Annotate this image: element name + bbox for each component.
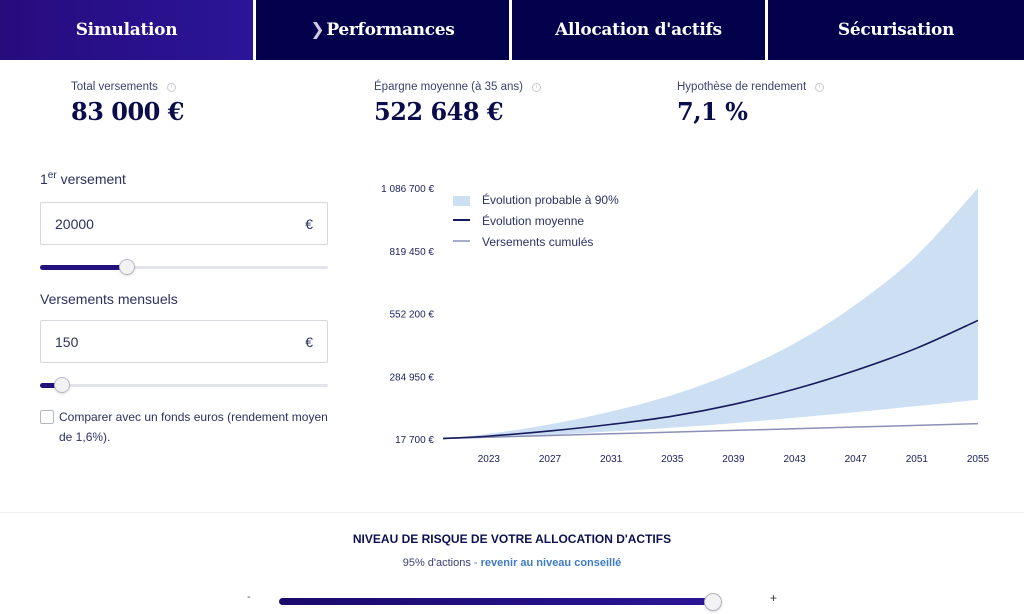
- stat-total-versements: Total versements i 83 000 €: [71, 80, 184, 126]
- stat-label: Total versements: [71, 81, 158, 93]
- first-payment-input[interactable]: 20000 €: [40, 202, 328, 245]
- x-tick-label: 2051: [906, 454, 929, 465]
- first-payment-label: 1er versement: [40, 170, 126, 187]
- tab-simulation[interactable]: Simulation: [0, 0, 253, 60]
- y-tick-label: 284 950 €: [390, 372, 435, 383]
- tab-label: Sécurisation: [837, 20, 955, 40]
- y-tick-label: 552 200 €: [390, 310, 435, 321]
- x-tick-label: 2043: [783, 454, 806, 465]
- separator: -: [470, 557, 481, 569]
- equity-percentage: 95% d'actions: [402, 557, 471, 569]
- slider-thumb[interactable]: [118, 259, 135, 275]
- x-tick-label: 2027: [539, 454, 562, 465]
- slider-fill: [40, 265, 127, 270]
- label-number: 1: [40, 171, 48, 187]
- tab-label: Simulation: [75, 20, 178, 40]
- y-tick-label: 17 700 €: [395, 435, 434, 446]
- x-tick-label: 2031: [600, 454, 623, 465]
- tab-label: Allocation d'actifs: [555, 20, 722, 40]
- tab-label: Performances: [326, 20, 455, 40]
- euro-icon: €: [305, 333, 313, 350]
- reset-recommended-level-link[interactable]: revenir au niveau conseillé: [481, 557, 622, 569]
- label-superscript: er: [47, 170, 57, 181]
- legend-label-mean: Évolution moyenne: [482, 213, 584, 228]
- tab-performances[interactable]: ❯ Performances: [256, 0, 509, 60]
- stat-value: 7,1 %: [677, 97, 748, 126]
- legend: Évolution probable à 90% Évolution moyen…: [453, 192, 619, 249]
- input-value: 20000: [55, 215, 94, 232]
- tab-securisation[interactable]: Sécurisation: [768, 0, 1024, 60]
- info-icon[interactable]: i: [815, 82, 825, 92]
- input-value: 150: [55, 333, 79, 350]
- x-axis: 2023 2027 2031 2035 2039 2043 2047 2051 2055: [478, 454, 990, 465]
- projection-chart: 17 700 € 284 950 € 552 200 € 819 450 € 1 086…: [381, 184, 990, 465]
- risk-decrease-button[interactable]: -: [247, 591, 251, 603]
- monthly-payment-label: Versements mensuels: [40, 291, 178, 307]
- tab-bar: Simulation ❯ Performances Allocation d'ac…: [0, 0, 1024, 60]
- risk-increase-button[interactable]: +: [770, 591, 777, 605]
- chevron-right-icon: ❯: [310, 20, 325, 40]
- stat-value: 83 000 €: [71, 97, 184, 126]
- legend-swatch-band: [453, 196, 470, 206]
- first-payment-slider[interactable]: [40, 259, 328, 275]
- slider-thumb[interactable]: [703, 593, 722, 611]
- tab-allocation[interactable]: Allocation d'actifs: [512, 0, 765, 60]
- stat-label: Épargne moyenne (à 35 ans): [374, 81, 523, 93]
- compare-checkbox[interactable]: [40, 410, 54, 424]
- y-axis: 17 700 € 284 950 € 552 200 € 819 450 € 1 086…: [381, 184, 434, 446]
- compare-label: Comparer avec un fonds euros (rendement …: [59, 410, 328, 444]
- x-tick-label: 2047: [845, 454, 868, 465]
- y-tick-label: 819 450 €: [390, 247, 435, 258]
- legend-label-versements: Versements cumulés: [482, 235, 593, 249]
- compare-fonds-euros-option[interactable]: Comparer avec un fonds euros (rendement …: [40, 409, 340, 447]
- slider-thumb[interactable]: [53, 377, 70, 393]
- stat-epargne-moyenne: Épargne moyenne (à 35 ans) i 522 648 €: [374, 80, 541, 126]
- section-divider: [0, 512, 1024, 513]
- stat-value: 522 648 €: [374, 97, 504, 126]
- x-tick-label: 2035: [661, 454, 684, 465]
- x-tick-label: 2023: [478, 454, 501, 465]
- stat-hypothese-rendement: Hypothèse de rendement i 7,1 %: [677, 80, 825, 126]
- y-tick-label: 1 086 700 €: [381, 184, 434, 195]
- risk-level-subtitle: 95% d'actions - revenir au niveau consei…: [0, 557, 1024, 569]
- legend-label-band: Évolution probable à 90%: [482, 192, 619, 207]
- monthly-payment-slider[interactable]: [40, 377, 328, 393]
- monthly-payment-input[interactable]: 150 €: [40, 320, 328, 363]
- euro-icon: €: [305, 215, 313, 232]
- slider-fill: [279, 598, 713, 605]
- label-text: versement: [56, 171, 126, 187]
- info-icon[interactable]: i: [166, 82, 176, 92]
- stat-label: Hypothèse de rendement: [677, 81, 807, 93]
- slider-track: [40, 384, 328, 387]
- risk-level-title: NIVEAU DE RISQUE DE VOTRE ALLOCATION D'A…: [352, 532, 672, 546]
- x-tick-label: 2055: [967, 454, 990, 465]
- x-tick-label: 2039: [722, 454, 745, 465]
- info-icon[interactable]: i: [531, 82, 541, 92]
- risk-level-slider[interactable]: [279, 593, 744, 611]
